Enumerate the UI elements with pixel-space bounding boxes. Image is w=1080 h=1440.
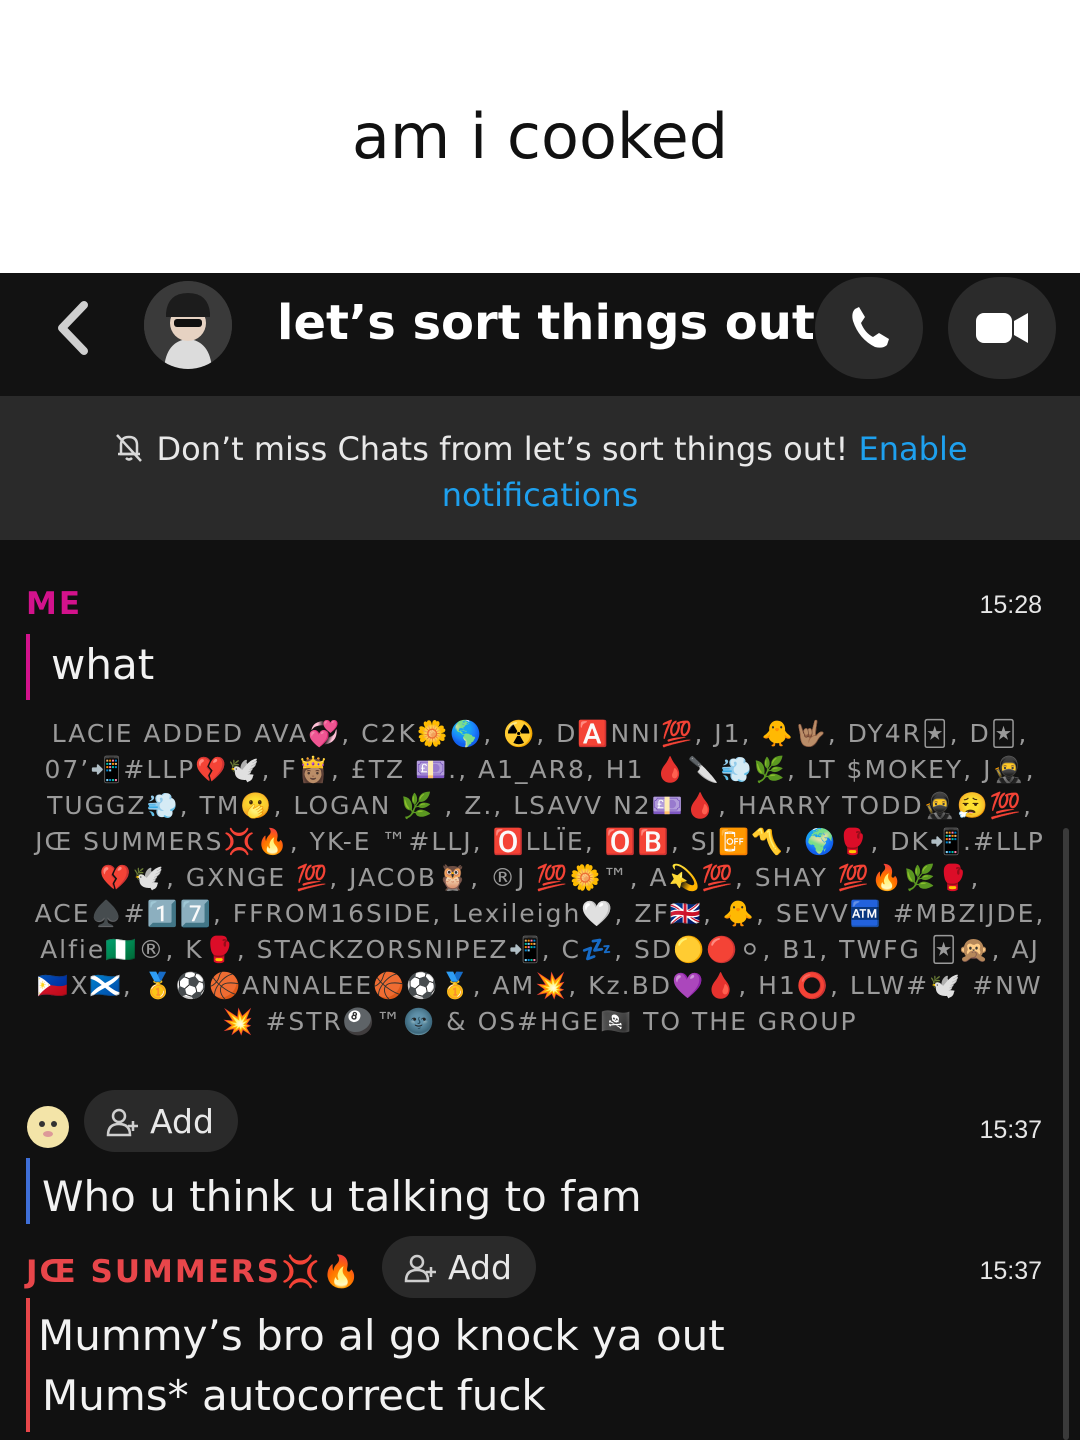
caption-text: am i cooked xyxy=(351,100,729,173)
add-friend-button[interactable]: Add xyxy=(84,1090,238,1152)
message-time: 15:37 xyxy=(979,1257,1042,1285)
message-text: Who u think u talking to fam xyxy=(42,1172,642,1221)
sender-name: JŒ SUMMERS💢🔥 xyxy=(26,1254,363,1290)
message-time: 15:37 xyxy=(979,1116,1042,1144)
message-bar xyxy=(26,1158,30,1224)
message-bar xyxy=(26,634,30,700)
phone-call-button[interactable] xyxy=(815,277,923,379)
message-text-line2: Mums* autocorrect fuck xyxy=(42,1371,546,1420)
system-message: LACIE ADDED AVA💞, C2K🌼🌎, ☢️, D🅰️NNI💯, J1… xyxy=(34,719,1046,1036)
message-bar xyxy=(26,1298,30,1432)
banner-text: Don’t miss Chats from let’s sort things … xyxy=(156,430,849,468)
enable-notifications-link-cont[interactable]: notifications xyxy=(442,476,639,514)
scrollbar[interactable] xyxy=(1063,828,1069,1440)
chat-title: let’s sort things out xyxy=(277,295,815,351)
video-camera-icon xyxy=(976,313,1028,343)
video-call-button[interactable] xyxy=(948,277,1056,379)
add-person-icon xyxy=(106,1108,138,1137)
chat-header: let’s sort things out xyxy=(0,273,1080,396)
phone-icon xyxy=(852,307,889,348)
notification-banner: Don’t miss Chats from let’s sort things … xyxy=(0,396,1080,540)
enable-notifications-link[interactable]: Enable xyxy=(859,430,968,468)
message-text-line1: Mummy’s bro al go knock ya out xyxy=(38,1311,725,1360)
message-time: 15:28 xyxy=(979,591,1042,619)
sender-name: ME xyxy=(26,586,83,622)
caption-area: am i cooked xyxy=(0,0,1080,273)
add-friend-button[interactable]: Add xyxy=(382,1236,536,1298)
message-text: what xyxy=(51,640,155,689)
avatar[interactable] xyxy=(144,281,232,369)
add-person-icon xyxy=(404,1254,436,1283)
bell-off-icon xyxy=(116,434,143,462)
ghost-avatar[interactable] xyxy=(27,1106,69,1148)
chevron-left-icon[interactable] xyxy=(52,293,92,363)
